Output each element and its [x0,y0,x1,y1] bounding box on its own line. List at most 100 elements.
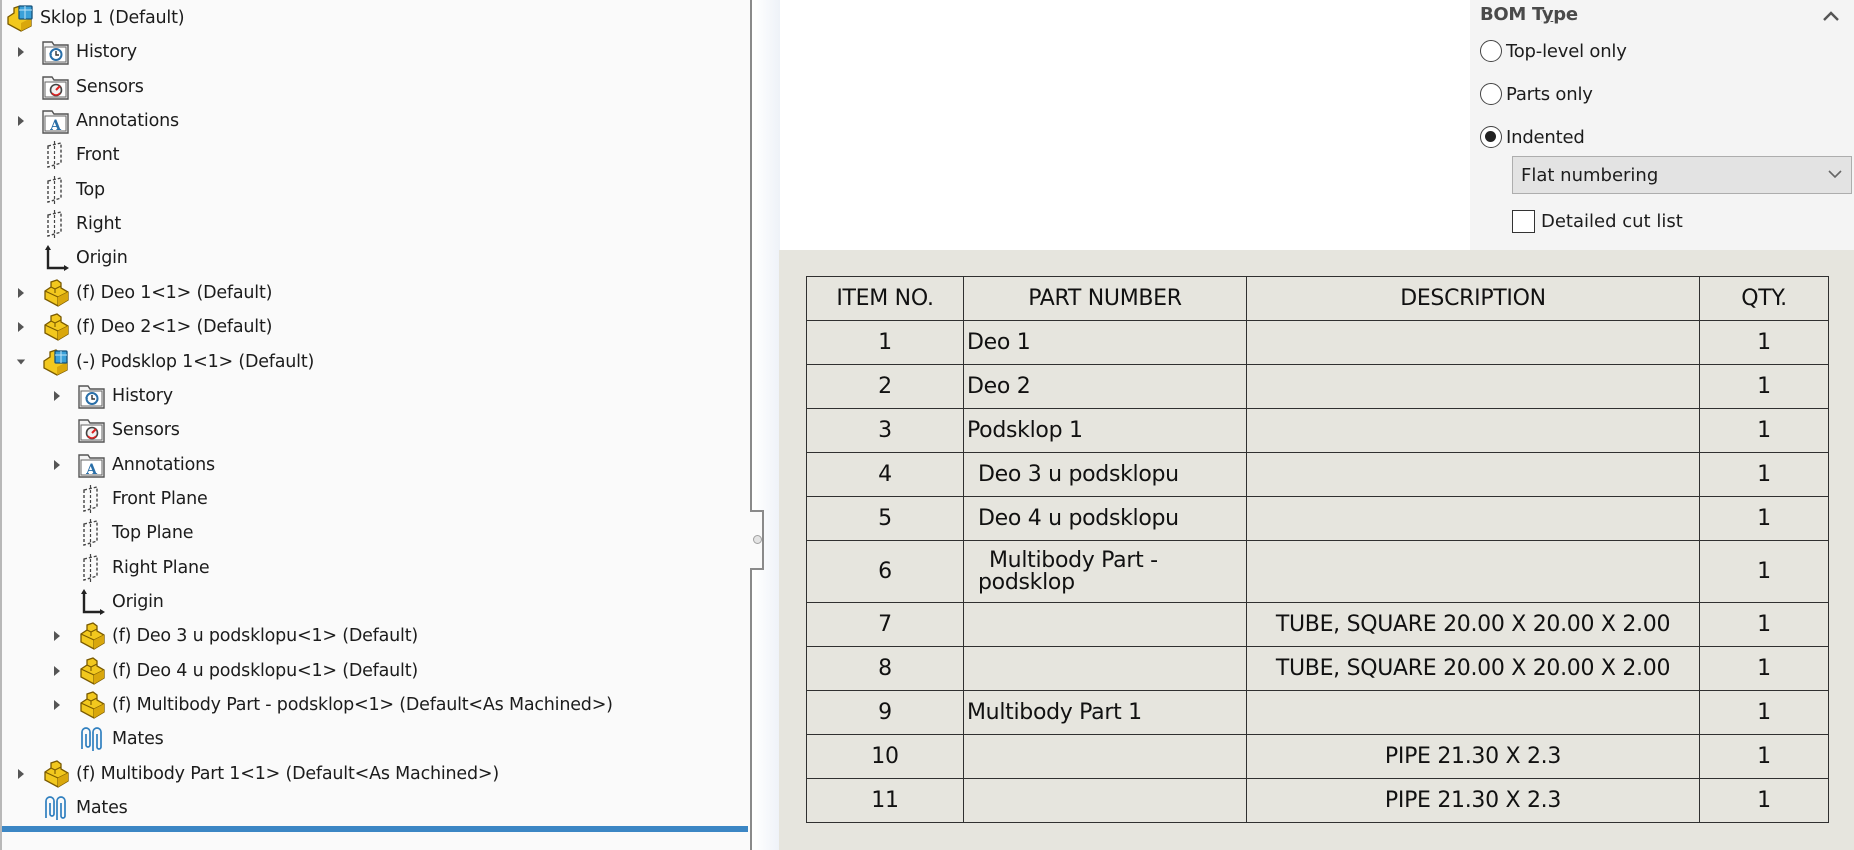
cell-qty[interactable]: 1 [1699,646,1829,691]
cell-item-no[interactable]: 4 [806,452,964,497]
expand-arrow-icon[interactable] [14,767,28,781]
cell-part-number[interactable] [963,778,1247,823]
tree-item[interactable]: A Annotations [50,448,215,482]
splitter-grip-icon[interactable] [753,535,762,544]
cell-item-no[interactable]: 7 [806,602,964,647]
cell-part-number[interactable]: Deo 4 u podsklopu [963,496,1247,541]
radio-top-level-only[interactable]: Top-level only [1480,40,1627,62]
cell-item-no[interactable]: 5 [806,496,964,541]
detailed-cut-list-checkbox[interactable] [1512,210,1535,233]
cell-description[interactable] [1246,690,1700,735]
cell-description[interactable] [1246,540,1700,603]
cell-qty[interactable]: 1 [1699,540,1829,603]
tree-item[interactable]: Origin [50,585,164,619]
tree-item[interactable]: Front [14,138,119,172]
expand-arrow-icon[interactable] [14,114,28,128]
cell-description[interactable]: PIPE 21.30 X 2.3 [1246,734,1700,779]
rollback-bar[interactable] [2,826,748,832]
cell-part-number[interactable] [963,602,1247,647]
cell-part-number[interactable]: Multibody Part 1 [963,690,1247,735]
expand-arrow-icon[interactable] [50,664,64,678]
tree-item[interactable]: (f) Deo 1<1> (Default) [14,276,272,310]
tree-item[interactable]: (-) Podsklop 1<1> (Default) [14,345,314,379]
tree-item[interactable]: Sklop 1 (Default) [4,1,185,35]
cell-qty[interactable]: 1 [1699,408,1829,453]
tree-item[interactable]: Origin [14,241,128,275]
numbering-dropdown[interactable]: Flat numbering [1512,156,1852,194]
cell-part-number[interactable] [963,646,1247,691]
cell-qty[interactable]: 1 [1699,320,1829,365]
cell-part-number[interactable]: Deo 3 u podsklopu [963,452,1247,497]
collapse-chevron-icon[interactable] [1820,6,1842,26]
bom-table[interactable]: ITEM NO. PART NUMBER DESCRIPTION QTY. 1D… [806,276,1829,823]
tree-item[interactable]: Mates [50,722,164,756]
expand-arrow-icon[interactable] [50,629,64,643]
header-description[interactable]: DESCRIPTION [1246,276,1700,321]
header-part-number[interactable]: PART NUMBER [963,276,1247,321]
cell-qty[interactable]: 1 [1699,734,1829,779]
tree-item[interactable]: Sensors [50,413,180,447]
radio-indented[interactable]: Indented [1480,126,1585,148]
cell-description[interactable]: TUBE, SQUARE 20.00 X 20.00 X 2.00 [1246,646,1700,691]
radio-button[interactable] [1480,40,1502,62]
bom-row[interactable]: 1 Deo 11 [806,320,1829,365]
cell-part-number[interactable] [963,734,1247,779]
tree-item[interactable]: (f) Deo 4 u podsklopu<1> (Default) [50,654,418,688]
bom-row[interactable]: 10 PIPE 21.30 X 2.3 1 [806,734,1829,779]
collapse-arrow-icon[interactable] [14,355,28,369]
expand-arrow-icon[interactable] [50,389,64,403]
cell-item-no[interactable]: 2 [806,364,964,409]
cell-qty[interactable]: 1 [1699,364,1829,409]
expand-arrow-icon[interactable] [14,286,28,300]
tree-item[interactable]: Right [14,207,121,241]
cell-part-number[interactable]: Multibody Part - podsklop [963,540,1247,603]
bom-row[interactable]: 3 Podsklop 1 1 [806,408,1829,453]
cell-description[interactable]: PIPE 21.30 X 2.3 [1246,778,1700,823]
expand-arrow-icon[interactable] [14,45,28,59]
tree-item[interactable]: (f) Deo 3 u podsklopu<1> (Default) [50,619,418,653]
tree-item[interactable]: Top Plane [50,516,193,550]
cell-item-no[interactable]: 9 [806,690,964,735]
tree-item[interactable]: Mates [14,791,128,825]
cell-description[interactable]: TUBE, SQUARE 20.00 X 20.00 X 2.00 [1246,602,1700,647]
bom-row[interactable]: 5 Deo 4 u podsklopu 1 [806,496,1829,541]
bom-row[interactable]: 8 TUBE, SQUARE 20.00 X 20.00 X 2.00 1 [806,646,1829,691]
cell-description[interactable] [1246,408,1700,453]
cell-item-no[interactable]: 1 [806,320,964,365]
tree-item[interactable]: Top [14,173,105,207]
cell-item-no[interactable]: 10 [806,734,964,779]
tree-item[interactable]: Front Plane [50,482,208,516]
cell-description[interactable] [1246,452,1700,497]
cell-qty[interactable]: 1 [1699,496,1829,541]
cell-description[interactable] [1246,364,1700,409]
tree-item[interactable]: (f) Multibody Part 1<1> (Default<As Mach… [14,757,499,791]
tree-item[interactable]: Right Plane [50,551,210,585]
cell-part-number[interactable]: Deo 1 [963,320,1247,365]
header-qty[interactable]: QTY. [1699,276,1829,321]
tree-item[interactable]: History [14,35,137,69]
radio-button-checked[interactable] [1480,126,1502,148]
tree-item[interactable]: A Annotations [14,104,179,138]
bom-row[interactable]: 4 Deo 3 u podsklopu 1 [806,452,1829,497]
cell-qty[interactable]: 1 [1699,452,1829,497]
expand-arrow-icon[interactable] [50,698,64,712]
radio-parts-only[interactable]: Parts only [1480,83,1593,105]
bom-row[interactable]: 2 Deo 2 1 [806,364,1829,409]
bom-row[interactable]: 9 Multibody Part 1 1 [806,690,1829,735]
detailed-cut-list-option[interactable]: Detailed cut list [1512,210,1683,233]
bom-row[interactable]: 6 Multibody Part - podsklop 1 [806,540,1829,603]
expand-arrow-icon[interactable] [14,320,28,334]
header-item-no[interactable]: ITEM NO. [806,276,964,321]
cell-qty[interactable]: 1 [1699,602,1829,647]
cell-item-no[interactable]: 8 [806,646,964,691]
cell-description[interactable] [1246,496,1700,541]
bom-row[interactable]: 7 TUBE, SQUARE 20.00 X 20.00 X 2.00 1 [806,602,1829,647]
cell-item-no[interactable]: 11 [806,778,964,823]
bom-row[interactable]: 11 PIPE 21.30 X 2.3 1 [806,778,1829,823]
tree-item[interactable]: (f) Multibody Part - podsklop<1> (Defaul… [50,688,613,722]
cell-part-number[interactable]: Deo 2 [963,364,1247,409]
tree-item[interactable]: History [50,379,173,413]
tree-item[interactable]: Sensors [14,70,144,104]
cell-item-no[interactable]: 3 [806,408,964,453]
radio-button[interactable] [1480,83,1502,105]
